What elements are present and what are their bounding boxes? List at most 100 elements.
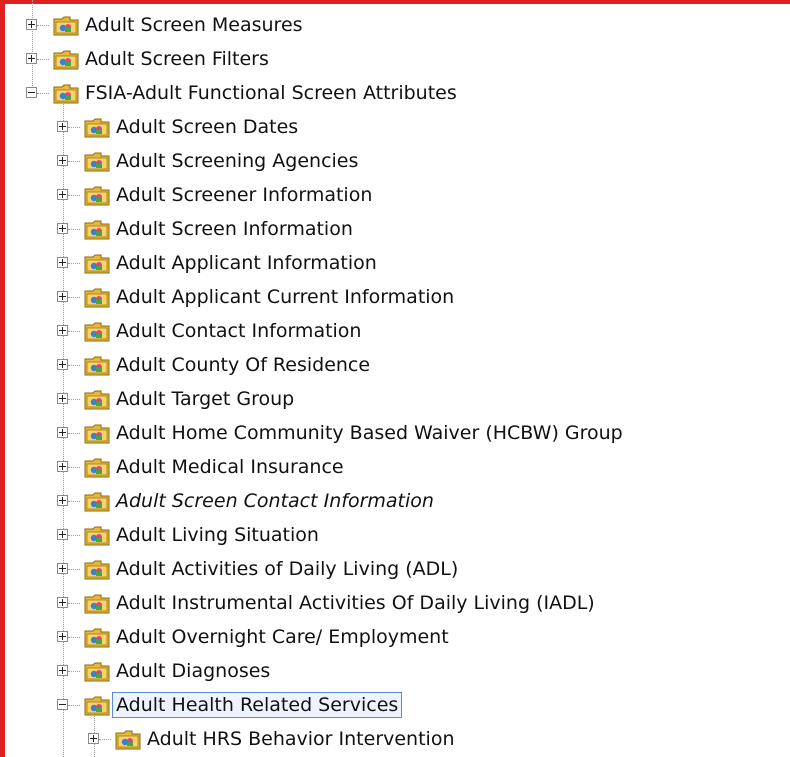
tree-item-label[interactable]: Adult Medical Insurance bbox=[113, 455, 347, 479]
tree-item[interactable]: Adult Diagnoses bbox=[0, 655, 790, 689]
plus-box-icon[interactable] bbox=[57, 393, 68, 404]
tree-connector bbox=[68, 501, 80, 502]
tree-item-label[interactable]: Adult Contact Information bbox=[113, 319, 364, 343]
tree-item[interactable]: Adult Screen Contact Information bbox=[0, 485, 790, 519]
plus-box-icon[interactable] bbox=[57, 563, 68, 574]
tree-item[interactable]: Adult Health Related Services bbox=[0, 689, 790, 723]
tree-item[interactable]: Adult Target Group bbox=[0, 383, 790, 417]
tree-item[interactable]: Adult Screening Agencies bbox=[0, 145, 790, 179]
tree-connector bbox=[68, 263, 80, 264]
tree-connector bbox=[68, 161, 80, 162]
tree-item-label[interactable]: Adult Screen Contact Information bbox=[113, 489, 437, 513]
plus-box-icon[interactable] bbox=[57, 121, 68, 132]
tree-item-label[interactable]: Adult Screen Dates bbox=[113, 115, 301, 139]
tree-item[interactable]: Adult Applicant Information bbox=[0, 247, 790, 281]
folder-icon bbox=[84, 457, 110, 478]
tree-item-label[interactable]: Adult Screener Information bbox=[113, 183, 375, 207]
tree-item-label[interactable]: Adult Health Related Services bbox=[111, 692, 403, 718]
plus-box-icon[interactable] bbox=[57, 529, 68, 540]
folder-icon bbox=[53, 49, 79, 70]
tree-item[interactable]: Adult Screen Dates bbox=[0, 111, 790, 145]
tree-item[interactable]: Adult County Of Residence bbox=[0, 349, 790, 383]
plus-box-icon[interactable] bbox=[57, 427, 68, 438]
tree-item[interactable]: Adult Screen Information bbox=[0, 213, 790, 247]
tree-connector bbox=[68, 569, 80, 570]
folder-icon bbox=[84, 117, 110, 138]
tree-item[interactable]: Adult Screener Information bbox=[0, 179, 790, 213]
folder-icon bbox=[84, 661, 110, 682]
tree-item[interactable]: Adult Activities of Daily Living (ADL) bbox=[0, 553, 790, 587]
tree-item-label[interactable]: Adult Applicant Current Information bbox=[113, 285, 457, 309]
minus-box-icon[interactable] bbox=[57, 699, 68, 710]
tree-item-label[interactable]: Adult Screen Measures bbox=[82, 13, 306, 37]
tree-item[interactable]: Adult Home Community Based Waiver (HCBW)… bbox=[0, 417, 790, 451]
plus-box-icon[interactable] bbox=[57, 155, 68, 166]
plus-box-icon[interactable] bbox=[57, 223, 68, 234]
tree-item-label[interactable]: FSIA-Adult Functional Screen Attributes bbox=[82, 81, 460, 105]
tree-item[interactable]: Adult Screen Filters bbox=[0, 43, 790, 77]
tree-item-label[interactable]: Adult Screen Information bbox=[113, 217, 356, 241]
folder-icon bbox=[84, 151, 110, 172]
tree-item-label[interactable]: Adult Screen Filters bbox=[82, 47, 272, 71]
plus-box-icon[interactable] bbox=[26, 19, 37, 30]
plus-box-icon[interactable] bbox=[57, 665, 68, 676]
tree-connector bbox=[68, 297, 80, 298]
tree-item[interactable]: Adult Overnight Care/ Employment bbox=[0, 621, 790, 655]
folder-icon bbox=[115, 729, 141, 750]
plus-box-icon[interactable] bbox=[57, 325, 68, 336]
tree-connector bbox=[99, 739, 111, 740]
folder-icon bbox=[84, 219, 110, 240]
tree-item[interactable]: Adult Screen Measures bbox=[0, 9, 790, 43]
tree-connector bbox=[68, 365, 80, 366]
tree-item-label[interactable]: Adult Target Group bbox=[113, 387, 297, 411]
folder-icon bbox=[84, 627, 110, 648]
tree-item[interactable]: Adult Medical Insurance bbox=[0, 451, 790, 485]
plus-box-icon[interactable] bbox=[57, 495, 68, 506]
plus-box-icon[interactable] bbox=[57, 597, 68, 608]
folder-icon bbox=[84, 253, 110, 274]
tree-connector bbox=[37, 59, 49, 60]
folder-icon bbox=[53, 83, 79, 104]
plus-box-icon[interactable] bbox=[57, 291, 68, 302]
plus-box-icon[interactable] bbox=[57, 631, 68, 642]
tree-item[interactable]: Adult Contact Information bbox=[0, 315, 790, 349]
tree-connector bbox=[68, 705, 80, 706]
folder-icon bbox=[84, 695, 110, 716]
folder-icon bbox=[53, 15, 79, 36]
tree-connector bbox=[68, 637, 80, 638]
plus-box-icon[interactable] bbox=[26, 53, 37, 64]
tree-item[interactable]: Adult Living Situation bbox=[0, 519, 790, 553]
folder-icon bbox=[84, 491, 110, 512]
minus-box-icon[interactable] bbox=[26, 87, 37, 98]
tree-item-label[interactable]: Adult Screening Agencies bbox=[113, 149, 361, 173]
tree-connector bbox=[68, 671, 80, 672]
tree-connector bbox=[68, 399, 80, 400]
tree-item[interactable]: Adult Applicant Current Information bbox=[0, 281, 790, 315]
plus-box-icon[interactable] bbox=[57, 189, 68, 200]
plus-box-icon[interactable] bbox=[88, 733, 99, 744]
tree-item-label[interactable]: Adult Overnight Care/ Employment bbox=[113, 625, 452, 649]
plus-box-icon[interactable] bbox=[57, 257, 68, 268]
tree-item-label[interactable]: Adult Home Community Based Waiver (HCBW)… bbox=[113, 421, 626, 445]
folder-icon bbox=[84, 185, 110, 206]
tree-connector bbox=[68, 331, 80, 332]
tree-connector bbox=[68, 127, 80, 128]
plus-box-icon[interactable] bbox=[57, 359, 68, 370]
tree-item[interactable]: FSIA-Adult Functional Screen Attributes bbox=[0, 77, 790, 111]
tree-item[interactable]: Adult Instrumental Activities Of Daily L… bbox=[0, 587, 790, 621]
tree-view[interactable]: Adult Screen Measures Adult Screen Filter… bbox=[0, 0, 790, 757]
tree-item-label[interactable]: Adult Applicant Information bbox=[113, 251, 380, 275]
tree-connector bbox=[37, 93, 49, 94]
tree-connector bbox=[68, 467, 80, 468]
tree-item-label[interactable]: Adult Activities of Daily Living (ADL) bbox=[113, 557, 461, 581]
tree-item-label[interactable]: Adult HRS Behavior Intervention bbox=[144, 727, 458, 751]
tree-connector bbox=[68, 603, 80, 604]
plus-box-icon[interactable] bbox=[57, 461, 68, 472]
tree-item-label[interactable]: Adult Living Situation bbox=[113, 523, 322, 547]
folder-icon bbox=[84, 287, 110, 308]
tree-item-label[interactable]: Adult County Of Residence bbox=[113, 353, 373, 377]
tree-item[interactable]: Adult HRS Behavior Intervention bbox=[0, 723, 790, 757]
tree-item-label[interactable]: Adult Diagnoses bbox=[113, 659, 273, 683]
tree-item-label[interactable]: Adult Instrumental Activities Of Daily L… bbox=[113, 591, 598, 615]
folder-icon bbox=[84, 593, 110, 614]
